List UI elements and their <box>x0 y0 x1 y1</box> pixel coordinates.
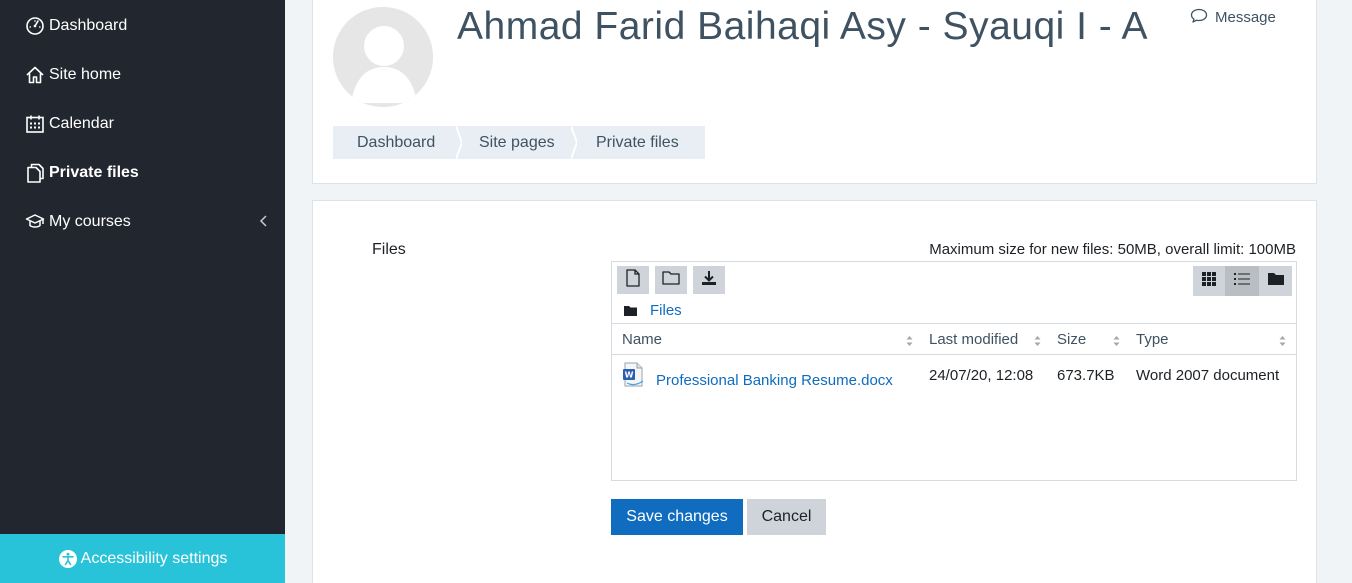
table-row[interactable]: W Professional Banking Resume.docx 24/07… <box>612 355 1296 415</box>
view-mode-toggle <box>1193 266 1292 296</box>
column-header-size[interactable]: Size <box>1057 324 1126 354</box>
column-header-name[interactable]: Name <box>622 324 919 354</box>
page-title: Ahmad Farid Baihaqi Asy - Syauqi I - A <box>457 5 1148 48</box>
view-tree-button[interactable] <box>1259 266 1292 296</box>
file-name-link[interactable]: Professional Banking Resume.docx <box>656 372 893 389</box>
page-header: Ahmad Farid Baihaqi Asy - Syauqi I - A M… <box>312 0 1317 184</box>
dashboard-gauge-icon <box>24 15 46 37</box>
message-label: Message <box>1215 8 1276 26</box>
message-button[interactable]: Message <box>1190 8 1276 26</box>
files-icon <box>24 162 46 184</box>
folder-filled-icon <box>1267 272 1284 290</box>
breadcrumb-item-site-pages[interactable]: Site pages <box>459 126 577 159</box>
file-add-icon <box>625 268 641 292</box>
files-field-label: Files <box>372 241 406 258</box>
save-changes-button[interactable]: Save changes <box>611 499 743 535</box>
calendar-icon <box>24 113 46 135</box>
sidebar-item-calendar[interactable]: Calendar <box>24 109 114 139</box>
sidebar-item-label: Private files <box>49 164 139 181</box>
file-path: Files <box>624 302 682 319</box>
download-icon <box>701 270 717 291</box>
sidebar-item-label: Dashboard <box>49 17 128 34</box>
sidebar-item-dashboard[interactable]: Dashboard <box>24 11 127 41</box>
private-files-form: Files Maximum size for new files: 50MB, … <box>312 200 1317 583</box>
avatar[interactable] <box>333 7 433 107</box>
file-size: 673.7KB <box>1057 367 1115 384</box>
breadcrumb-label: Dashboard <box>357 133 436 151</box>
column-header-last-modified[interactable]: Last modified <box>929 324 1047 354</box>
grid-icon <box>1202 271 1216 291</box>
file-size-limit-text: Maximum size for new files: 50MB, overal… <box>929 241 1296 258</box>
sidebar-item-private-files[interactable]: Private files <box>24 158 139 188</box>
breadcrumb-item-dashboard[interactable]: Dashboard <box>333 126 462 159</box>
file-table: Name Last modified Size Type W Professio… <box>612 323 1296 415</box>
add-file-button[interactable] <box>617 266 649 294</box>
sidebar-item-label: Calendar <box>49 115 114 132</box>
folder-icon <box>662 270 680 290</box>
breadcrumb-label: Site pages <box>479 133 555 151</box>
sort-icon <box>1034 336 1041 346</box>
svg-text:W: W <box>625 371 634 380</box>
accessibility-settings-button[interactable]: Accessibility settings <box>0 534 285 583</box>
column-label: Name <box>622 330 663 348</box>
word-document-icon: W <box>622 362 646 388</box>
column-label: Size <box>1057 330 1087 348</box>
file-last-modified: 24/07/20, 12:08 <box>929 367 1034 384</box>
sidebar-item-my-courses[interactable]: My courses <box>24 207 269 237</box>
list-icon <box>1234 272 1250 290</box>
column-label: Last modified <box>929 330 1019 348</box>
sort-icon <box>1113 336 1120 346</box>
sidebar-item-label: Site home <box>49 66 122 83</box>
path-root-link[interactable]: Files <box>650 302 682 319</box>
accessibility-settings-label: Accessibility settings <box>80 549 228 567</box>
download-all-button[interactable] <box>693 266 725 294</box>
breadcrumb-item-private-files[interactable]: Private files <box>574 126 705 159</box>
table-header: Name Last modified Size Type <box>612 323 1296 355</box>
sort-icon <box>1279 336 1286 346</box>
view-list-button[interactable] <box>1226 266 1259 296</box>
folder-filled-icon <box>624 305 638 317</box>
view-icons-button[interactable] <box>1193 266 1226 296</box>
graduation-cap-icon <box>24 211 46 233</box>
breadcrumb: Dashboard Site pages Private files <box>333 126 705 159</box>
chevron-left-icon[interactable] <box>259 214 269 233</box>
create-folder-button[interactable] <box>655 266 687 294</box>
accessibility-icon <box>58 549 78 569</box>
breadcrumb-label: Private files <box>596 133 679 151</box>
column-label: Type <box>1136 330 1169 348</box>
column-header-type[interactable]: Type <box>1136 324 1292 354</box>
home-icon <box>24 64 46 86</box>
cancel-button[interactable]: Cancel <box>747 499 826 535</box>
sort-icon <box>906 336 913 346</box>
speech-bubble-icon <box>1190 8 1208 26</box>
file-manager: Files Name Last modified Size Type W Pro… <box>611 261 1297 481</box>
sidebar-item-site-home[interactable]: Site home <box>24 60 121 90</box>
file-type: Word 2007 document <box>1136 367 1280 384</box>
sidebar-item-label: My courses <box>49 213 131 230</box>
sidebar-nav: Dashboard Site home Calendar Private fil… <box>0 0 285 583</box>
